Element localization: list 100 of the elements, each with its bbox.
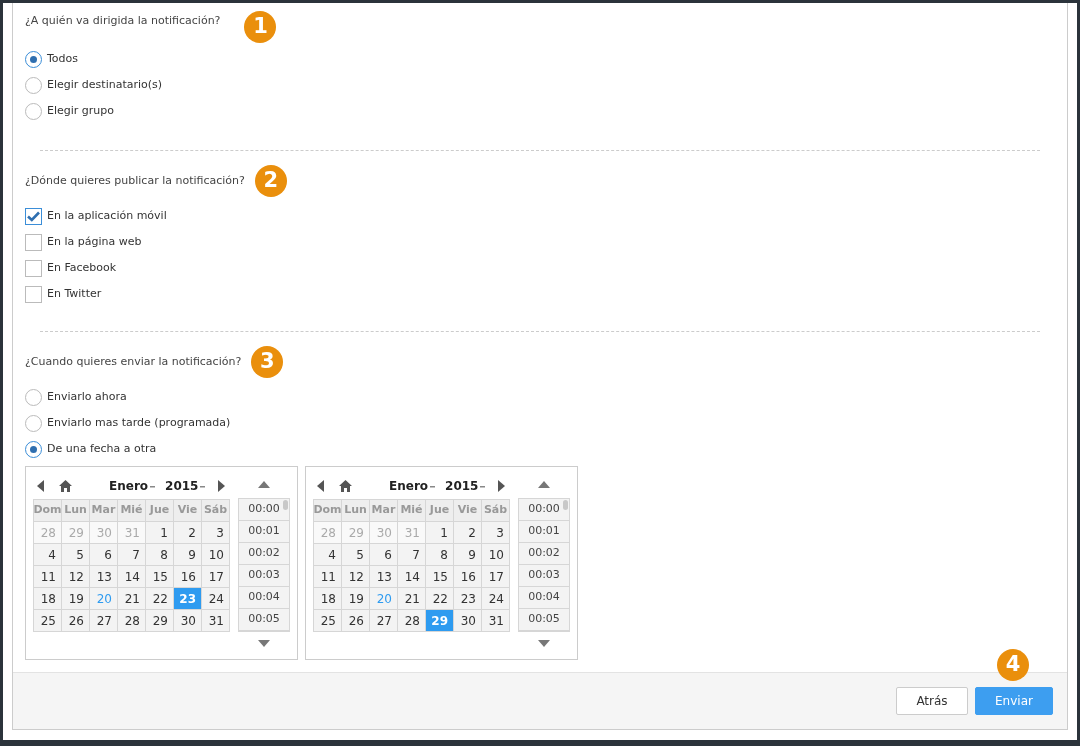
next-month-icon[interactable] xyxy=(498,480,506,492)
time-option[interactable]: 00:04 xyxy=(519,587,569,609)
calendar-day[interactable]: 26 xyxy=(62,610,90,632)
calendar-day[interactable]: 8 xyxy=(426,544,454,566)
weekday-header: Lun xyxy=(62,500,90,522)
radio-button[interactable] xyxy=(25,102,42,120)
calendar-day[interactable]: 11 xyxy=(34,566,62,588)
checkbox[interactable] xyxy=(25,285,42,303)
next-month-icon[interactable] xyxy=(218,480,226,492)
calendar-day[interactable]: 5 xyxy=(342,544,370,566)
calendar-day[interactable]: 3 xyxy=(202,522,230,544)
calendar-day[interactable]: 8 xyxy=(146,544,174,566)
time-option[interactable]: 00:02 xyxy=(239,543,289,565)
year-dropdown[interactable]: 2015 xyxy=(165,477,199,495)
calendar-day[interactable]: 21 xyxy=(398,588,426,610)
calendar-day[interactable]: 31 xyxy=(482,610,510,632)
calendar-day[interactable]: 7 xyxy=(398,544,426,566)
calendar-day[interactable]: 2 xyxy=(174,522,202,544)
weekday-header: Mié xyxy=(398,500,426,522)
calendar-day[interactable]: 15 xyxy=(146,566,174,588)
time-option[interactable]: 00:04 xyxy=(239,587,289,609)
calendar-day[interactable]: 18 xyxy=(314,588,342,610)
calendar-day[interactable]: 14 xyxy=(398,566,426,588)
calendar-day[interactable]: 4 xyxy=(314,544,342,566)
calendar-day[interactable]: 12 xyxy=(342,566,370,588)
calendar-day[interactable]: 12 xyxy=(62,566,90,588)
calendar-day[interactable]: 25 xyxy=(314,610,342,632)
calendar-day[interactable]: 24 xyxy=(482,588,510,610)
calendar-day[interactable]: 4 xyxy=(34,544,62,566)
radio-button[interactable] xyxy=(25,76,42,94)
previous-month-icon[interactable] xyxy=(37,480,44,492)
time-option[interactable]: 00:05 xyxy=(239,609,289,631)
calendar-day[interactable]: 30 xyxy=(454,610,482,632)
calendar-day[interactable]: 16 xyxy=(174,566,202,588)
radio-button[interactable] xyxy=(25,388,42,406)
calendar-day[interactable]: 18 xyxy=(34,588,62,610)
calendar-day[interactable]: 19 xyxy=(62,588,90,610)
calendar-day[interactable]: 1 xyxy=(426,522,454,544)
calendar-day[interactable]: 24 xyxy=(202,588,230,610)
calendar-day[interactable]: 9 xyxy=(454,544,482,566)
scroll-down-icon[interactable] xyxy=(258,640,270,647)
calendar-day[interactable]: 27 xyxy=(90,610,118,632)
scroll-up-icon[interactable] xyxy=(258,481,270,488)
dropdown-caret-icon xyxy=(430,486,436,488)
scroll-up-icon[interactable] xyxy=(538,481,550,488)
checkbox[interactable] xyxy=(25,233,42,251)
radio-button[interactable] xyxy=(25,414,42,432)
calendar-day[interactable]: 25 xyxy=(34,610,62,632)
checkbox[interactable] xyxy=(25,259,42,277)
calendar-day[interactable]: 6 xyxy=(370,544,398,566)
calendar-day[interactable]: 21 xyxy=(118,588,146,610)
calendar-day[interactable]: 22 xyxy=(426,588,454,610)
calendar-day[interactable]: 13 xyxy=(370,566,398,588)
calendar-day[interactable]: 31 xyxy=(202,610,230,632)
month-dropdown[interactable]: Enero xyxy=(109,477,149,495)
calendar-day[interactable]: 2 xyxy=(454,522,482,544)
calendar-day[interactable]: 10 xyxy=(482,544,510,566)
calendar-day[interactable]: 26 xyxy=(342,610,370,632)
month-dropdown[interactable]: Enero xyxy=(389,477,429,495)
scrollbar-thumb[interactable] xyxy=(563,500,568,510)
calendar-day[interactable]: 9 xyxy=(174,544,202,566)
calendar-day[interactable]: 3 xyxy=(482,522,510,544)
time-option[interactable]: 00:01 xyxy=(519,521,569,543)
calendar-day[interactable]: 5 xyxy=(62,544,90,566)
calendar-day[interactable]: 29 xyxy=(146,610,174,632)
time-option[interactable]: 00:02 xyxy=(519,543,569,565)
time-option[interactable]: 00:05 xyxy=(519,609,569,631)
home-icon[interactable] xyxy=(339,480,352,492)
calendar-day[interactable]: 1 xyxy=(146,522,174,544)
calendar-day[interactable]: 23 xyxy=(454,588,482,610)
calendar-day[interactable]: 19 xyxy=(342,588,370,610)
footer-button[interactable]: Atrás xyxy=(896,687,968,715)
calendar-day[interactable]: 6 xyxy=(90,544,118,566)
calendar-day[interactable]: 28 xyxy=(398,610,426,632)
calendar-day[interactable]: 22 xyxy=(146,588,174,610)
calendar-day[interactable]: 7 xyxy=(118,544,146,566)
time-option[interactable]: 00:01 xyxy=(239,521,289,543)
calendar-day[interactable]: 14 xyxy=(118,566,146,588)
calendar-day[interactable]: 11 xyxy=(314,566,342,588)
dropdown-caret-icon xyxy=(200,486,206,488)
home-icon[interactable] xyxy=(59,480,72,492)
time-option[interactable]: 00:03 xyxy=(519,565,569,587)
year-dropdown[interactable]: 2015 xyxy=(445,477,479,495)
calendar-day[interactable]: 16 xyxy=(454,566,482,588)
calendar-day[interactable]: 10 xyxy=(202,544,230,566)
calendar-day[interactable]: 15 xyxy=(426,566,454,588)
calendar-day[interactable]: 30 xyxy=(174,610,202,632)
calendar-day[interactable]: 28 xyxy=(118,610,146,632)
calendar-day[interactable]: 13 xyxy=(90,566,118,588)
scroll-down-icon[interactable] xyxy=(538,640,550,647)
scrollbar-thumb[interactable] xyxy=(283,500,288,510)
time-option[interactable]: 00:03 xyxy=(239,565,289,587)
calendar-day[interactable]: 17 xyxy=(482,566,510,588)
calendar-day[interactable]: 17 xyxy=(202,566,230,588)
radio-button[interactable] xyxy=(25,50,42,68)
weekday-header: Sáb xyxy=(482,500,510,522)
calendar-day[interactable]: 27 xyxy=(370,610,398,632)
checkbox[interactable] xyxy=(25,207,42,225)
previous-month-icon[interactable] xyxy=(317,480,324,492)
radio-button[interactable] xyxy=(25,440,42,458)
